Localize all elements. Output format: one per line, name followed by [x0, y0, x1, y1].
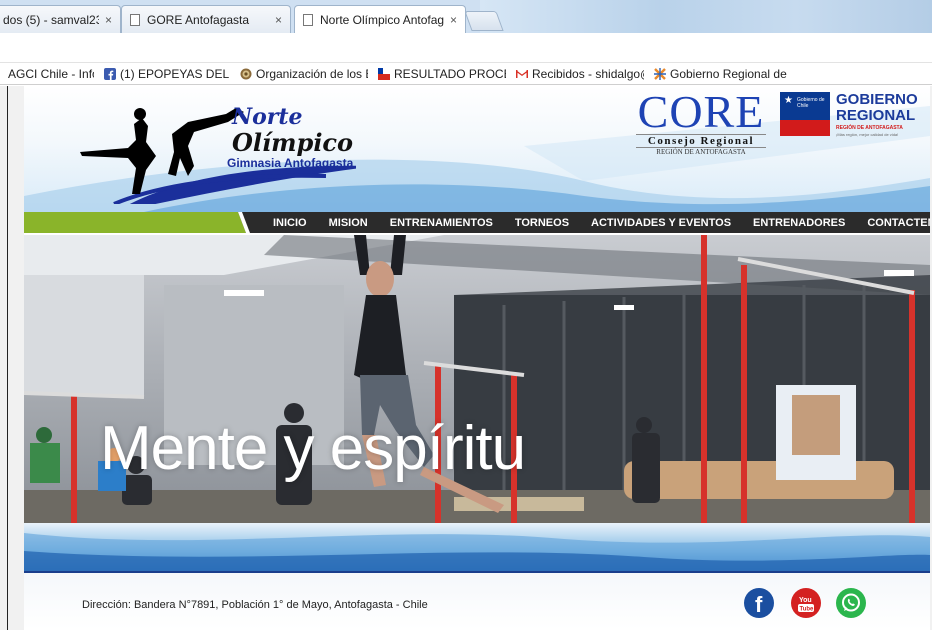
core-logo[interactable]: CORE Consejo Regional REGIÓN DE ANTOFAGA… [636, 86, 766, 156]
nav-item-entrenadores[interactable]: ENTRENADORES [742, 217, 856, 229]
tab-title: dos (5) - samval23 [3, 12, 99, 27]
gore-icon [654, 67, 666, 80]
whatsapp-icon [842, 593, 860, 612]
gobierno-region: REGIÓN DE ANTOFAGASTA [836, 125, 903, 131]
bookmark-item[interactable]: Organización de los E [240, 67, 368, 81]
facebook-icon [104, 67, 116, 80]
bookmark-label: (1) EPOPEYAS DEL NO [120, 66, 230, 81]
youtube-link[interactable]: You Tube [791, 588, 821, 618]
bookmark-label: Recibidos - shidalgo@ [532, 66, 644, 81]
page-icon [303, 14, 313, 26]
logo-title-main: Olímpico [232, 128, 354, 157]
youtube-icon: You Tube [798, 597, 815, 613]
seal-icon [240, 68, 252, 79]
bookmarks-bar: AGCI Chile - Info (1) EPOPEYAS DEL NO Or… [0, 63, 932, 85]
gobierno-word: GOBIERNO [836, 91, 918, 108]
nav-accent-bar [24, 212, 246, 233]
nav-item-mision[interactable]: MISION [318, 217, 379, 229]
tab-title: GORE Antofagasta [147, 12, 250, 27]
bookmark-label: Gobierno Regional de [670, 66, 787, 81]
nav-item-torneos[interactable]: TORNEOS [504, 217, 580, 229]
tab-close-icon[interactable]: × [275, 13, 282, 27]
address-bar[interactable] [0, 33, 932, 63]
gobierno-slogan: ¡Más región, mejor calidad de vida! [836, 132, 899, 137]
gobierno-shield-text: Gobierno de Chile [797, 97, 825, 109]
gmail-icon [516, 69, 528, 78]
bookmark-label: AGCI Chile - Info [8, 66, 94, 81]
flag-icon [378, 67, 390, 80]
footer-address: Dirección: Bandera N°7891, Población 1° … [82, 599, 428, 611]
bookmark-item[interactable]: RESULTADO PROCESO [378, 67, 506, 81]
decorative-wave-band [24, 523, 930, 571]
browser-tab-active[interactable]: Norte Olímpico Antofag × [294, 5, 466, 33]
gobierno-regional-logo[interactable]: ★ Gobierno de Chile GOBIERNO REGIONAL RE… [780, 90, 920, 142]
tab-close-icon[interactable]: × [105, 13, 112, 27]
nav-item-inicio[interactable]: INICIO [262, 217, 318, 229]
svg-text:f: f [755, 592, 763, 617]
whatsapp-link[interactable] [836, 588, 866, 618]
browser-tab-strip: dos (5) - samval23 × GORE Antofagasta × … [0, 0, 932, 33]
nav-menu: INICIO MISION ENTRENAMIENTOS TORNEOS ACT… [262, 212, 930, 233]
site-header: Norte Olímpico Gimnasia Antofagasta CORE… [24, 86, 930, 212]
wave-pattern [24, 533, 930, 571]
hero-caption: Mente y espíritu [100, 414, 526, 483]
svg-text:You: You [799, 597, 812, 604]
nav-item-actividades[interactable]: ACTIVIDADES Y EVENTOS [580, 217, 742, 229]
logo-title-top: Norte [232, 104, 303, 130]
svg-text:Tube: Tube [800, 607, 815, 613]
core-logo-word: CORE [637, 86, 765, 137]
bookmark-item[interactable]: Recibidos - shidalgo@ [516, 67, 644, 81]
new-tab-button[interactable] [464, 11, 504, 31]
bookmark-label: RESULTADO PROCESO [394, 66, 506, 81]
logo-subtitle: Gimnasia Antofagasta [227, 156, 354, 170]
regional-word: REGIONAL [836, 107, 916, 124]
browser-tab[interactable]: GORE Antofagasta × [121, 5, 291, 33]
core-logo-region: REGIÓN DE ANTOFAGASTA [656, 148, 746, 156]
page-divider [7, 86, 8, 630]
bookmark-label: Organización de los E [256, 66, 368, 81]
facebook-icon: f [755, 592, 763, 617]
page-icon [130, 13, 140, 26]
gobierno-shield-icon: ★ Gobierno de Chile [780, 92, 830, 136]
page-viewport: Norte Olímpico Gimnasia Antofagasta CORE… [0, 86, 932, 630]
nav-item-entrenamientos[interactable]: ENTRENAMIENTOS [379, 217, 504, 229]
facebook-link[interactable]: f [744, 588, 774, 618]
window-background [480, 0, 932, 33]
core-logo-subtitle: Consejo Regional [636, 134, 766, 148]
site-footer: Dirección: Bandera N°7891, Población 1° … [24, 571, 930, 630]
bookmark-item[interactable]: Gobierno Regional de [654, 67, 790, 81]
website: Norte Olímpico Gimnasia Antofagasta CORE… [24, 86, 930, 630]
nav-item-contactenos[interactable]: CONTACTENOS [856, 217, 930, 229]
bookmark-item[interactable]: (1) EPOPEYAS DEL NO [104, 67, 230, 81]
tab-title: Norte Olímpico Antofag [320, 13, 444, 27]
browser-tab[interactable]: dos (5) - samval23 × [0, 5, 121, 33]
hero-slider[interactable]: Mente y espíritu [24, 235, 930, 523]
tab-close-icon[interactable]: × [450, 13, 457, 27]
bookmark-item[interactable]: AGCI Chile - Info [8, 67, 94, 81]
